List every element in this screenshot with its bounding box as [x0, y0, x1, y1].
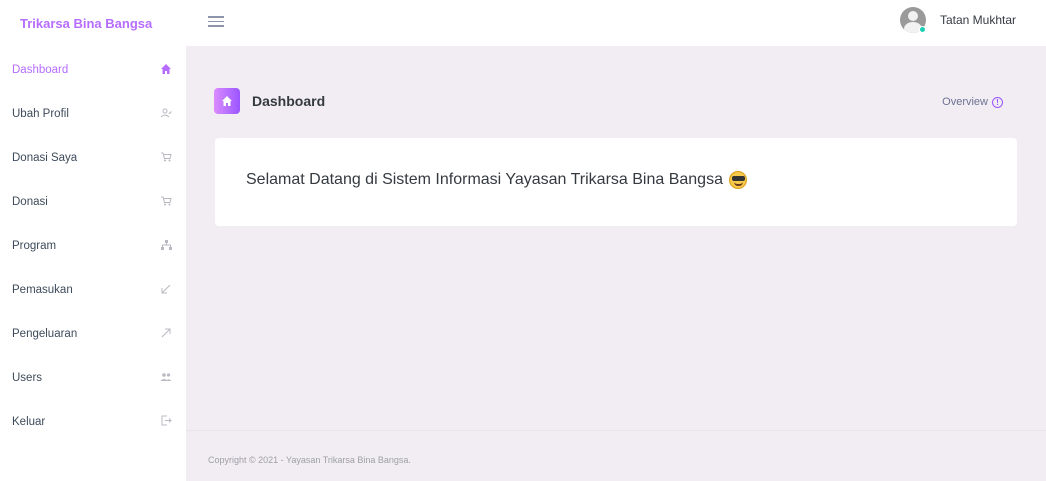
arrow-bottom-left-icon — [146, 284, 186, 297]
avatar[interactable] — [899, 7, 940, 33]
sidebar-item-label: Donasi Saya — [12, 152, 78, 164]
user-menu[interactable]: Tatan Mukhtar — [899, 7, 1016, 33]
user-edit-icon — [146, 108, 186, 121]
cart-icon — [146, 196, 186, 209]
sidebar-item-pemasukan[interactable]: Pemasukan — [0, 275, 186, 305]
sidebar-item-pengeluaran[interactable]: Pengeluaran — [0, 319, 186, 349]
sidebar-item-keluar[interactable]: Keluar — [0, 407, 186, 437]
sidebar: Dashboard Ubah Profil Donasi Saya Donasi… — [0, 46, 186, 481]
sidebar-item-program[interactable]: Program — [0, 231, 186, 261]
brand-logo[interactable]: Trikarsa Bina Bangsa — [0, 0, 186, 46]
welcome-message: Selamat Datang di Sistem Informasi Yayas… — [246, 171, 747, 189]
page-title: Dashboard — [252, 93, 326, 109]
sidebar-item-label: Ubah Profil — [12, 108, 69, 120]
sitemap-icon — [146, 239, 186, 253]
home-icon — [146, 63, 186, 77]
home-icon — [214, 88, 240, 114]
sidebar-item-ubah-profil[interactable]: Ubah Profil — [0, 99, 186, 129]
sidebar-item-users[interactable]: Users — [0, 363, 186, 393]
sidebar-item-dashboard[interactable]: Dashboard — [0, 55, 186, 85]
welcome-text: Selamat Datang di Sistem Informasi Yayas… — [246, 171, 723, 188]
sidebar-item-donasi[interactable]: Donasi — [0, 187, 186, 217]
user-name[interactable]: Tatan Mukhtar — [940, 13, 1016, 27]
sunglasses-emoji-icon — [728, 171, 747, 189]
page-header: Dashboard — [214, 88, 325, 114]
overview-link[interactable]: Overview ! — [942, 96, 1003, 108]
sidebar-item-label: Pengeluaran — [12, 328, 78, 340]
menu-toggle-icon[interactable] — [208, 14, 224, 28]
sidebar-item-label: Program — [12, 240, 57, 252]
overview-label: Overview — [942, 96, 988, 108]
sidebar-item-label: Dashboard — [12, 64, 69, 76]
online-status-indicator — [918, 26, 926, 33]
cart-icon — [146, 152, 186, 165]
footer: Copyright © 2021 - Yayasan Trikarsa Bina… — [186, 430, 1046, 481]
sidebar-item-label: Pemasukan — [12, 284, 73, 296]
info-icon: ! — [992, 96, 1003, 108]
sidebar-item-donasi-saya[interactable]: Donasi Saya — [0, 143, 186, 173]
users-icon — [146, 372, 186, 385]
sidebar-item-label: Donasi — [12, 196, 48, 208]
arrow-top-right-icon — [146, 328, 186, 341]
sidebar-item-label: Users — [12, 372, 43, 384]
sidebar-item-label: Keluar — [12, 416, 46, 428]
logout-icon — [146, 415, 186, 429]
top-navbar: Trikarsa Bina Bangsa Tatan Mukhtar — [0, 0, 1046, 46]
copyright-text: Copyright © 2021 - Yayasan Trikarsa Bina… — [208, 455, 411, 465]
welcome-card: Selamat Datang di Sistem Informasi Yayas… — [215, 138, 1017, 226]
main-content: Dashboard Overview ! Selamat Datang di S… — [186, 46, 1046, 481]
